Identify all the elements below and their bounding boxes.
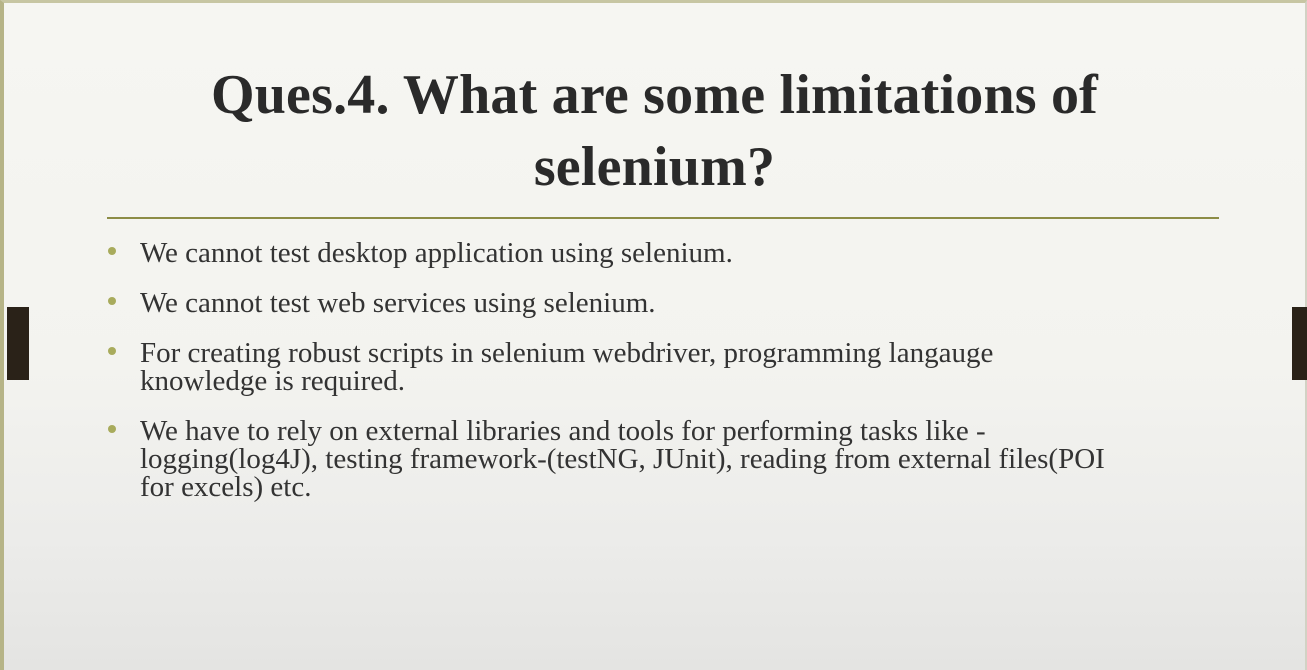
bullet-dot-icon xyxy=(108,425,116,433)
bullet-text-line: logging(log4J), testing framework-(testN… xyxy=(140,443,1105,475)
left-side-tab xyxy=(7,307,29,380)
bullet-list: We cannot test desktop application using… xyxy=(104,239,1224,523)
presentation-slide: Ques.4. What are some limitations of sel… xyxy=(0,0,1307,670)
slide-title-line-2: selenium? xyxy=(533,136,776,198)
bullet-text-line: We have to rely on external libraries an… xyxy=(140,415,986,447)
bullet-item: We have to rely on external libraries an… xyxy=(104,415,1224,503)
bullet-dot-icon xyxy=(108,347,116,355)
bullet-text-line: We cannot test desktop application using… xyxy=(140,237,733,269)
right-side-tab xyxy=(1292,307,1307,380)
bullet-dot-icon xyxy=(108,247,116,255)
title-divider xyxy=(107,217,1219,219)
bullet-text-line: for excels) etc. xyxy=(140,471,312,503)
bullet-item: We cannot test desktop application using… xyxy=(104,237,1224,269)
bullet-text-line: We cannot test web services using seleni… xyxy=(140,287,656,319)
bullet-text-line: For creating robust scripts in selenium … xyxy=(140,337,994,369)
bullet-item: For creating robust scripts in selenium … xyxy=(104,337,1224,397)
bullet-item: We cannot test web services using seleni… xyxy=(104,287,1224,319)
bullet-text-line: knowledge is required. xyxy=(140,365,405,397)
bullet-dot-icon xyxy=(108,297,116,305)
slide-title-line-1: Ques.4. What are some limitations of xyxy=(210,64,1099,126)
slide-title: Ques.4. What are some limitations of sel… xyxy=(64,59,1245,203)
